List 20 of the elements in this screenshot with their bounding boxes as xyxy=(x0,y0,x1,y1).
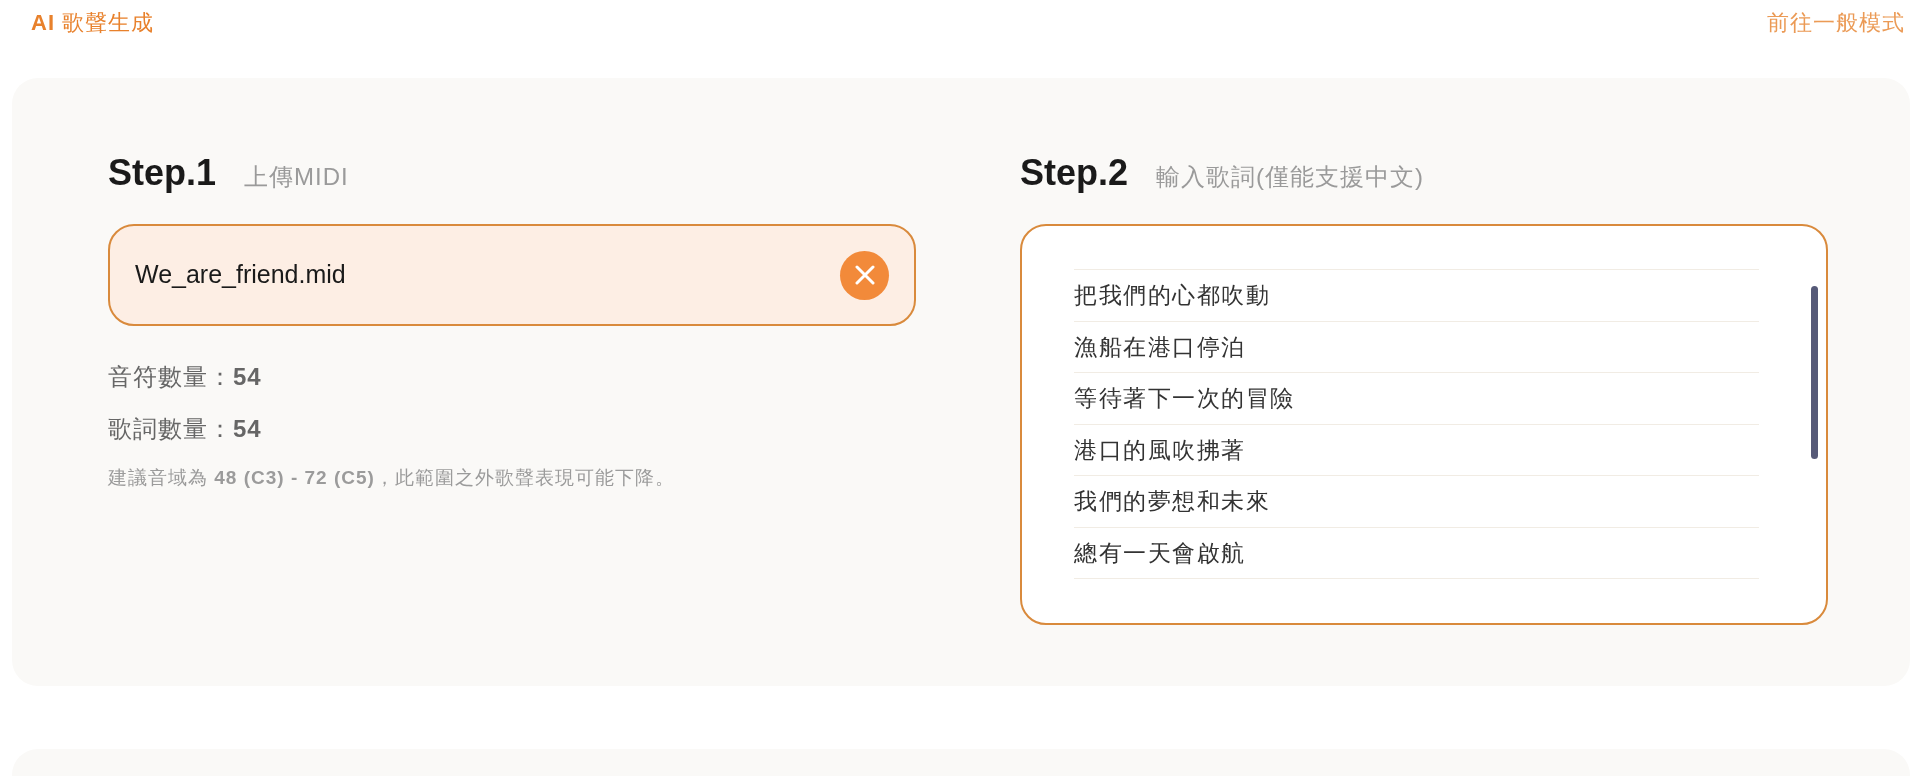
step-label: 上傳MIDI xyxy=(244,162,349,192)
file-name: We_are_friend.mid xyxy=(135,259,346,291)
scrollbar-thumb[interactable] xyxy=(1811,286,1818,459)
lyric-line: 我們的夢想和未來 xyxy=(1074,487,1270,516)
lyric-line: 漁船在港口停泊 xyxy=(1074,332,1246,362)
close-icon xyxy=(854,265,875,285)
range-hint: 建議音域為 48 (C3) - 72 (C5)，此範圍之外歌聲表現可能下降。 xyxy=(108,466,675,490)
lyric-line: 總有一天會啟航 xyxy=(1074,538,1246,568)
stat-text: 歌詞數量：54 xyxy=(108,414,262,444)
lyric-line: 把我們的心都吹動 xyxy=(1074,281,1270,310)
step-label: 輸入歌詞(僅能支援中文) xyxy=(1156,162,1425,192)
lyric-line: 港口的風吹拂著 xyxy=(1074,435,1246,465)
step-number: Step.1 xyxy=(108,151,217,195)
lyrics-field[interactable]: 把我們的心都吹動 漁船在港口停泊 等待著下一次的冒險 港口的風吹拂著 我們的夢想和未來 總有一天會啟航 xyxy=(1020,224,1828,625)
app-title: AI 歌聲生成 xyxy=(31,8,155,37)
step-number: Step.2 xyxy=(1020,151,1129,195)
remove-file-button[interactable] xyxy=(840,250,889,300)
lyric-line: 等待著下一次的冒險 xyxy=(1074,384,1295,413)
file-upload-box[interactable]: We_are_friend.mid xyxy=(108,224,916,326)
stat-text: 音符數量：54 xyxy=(108,362,262,392)
